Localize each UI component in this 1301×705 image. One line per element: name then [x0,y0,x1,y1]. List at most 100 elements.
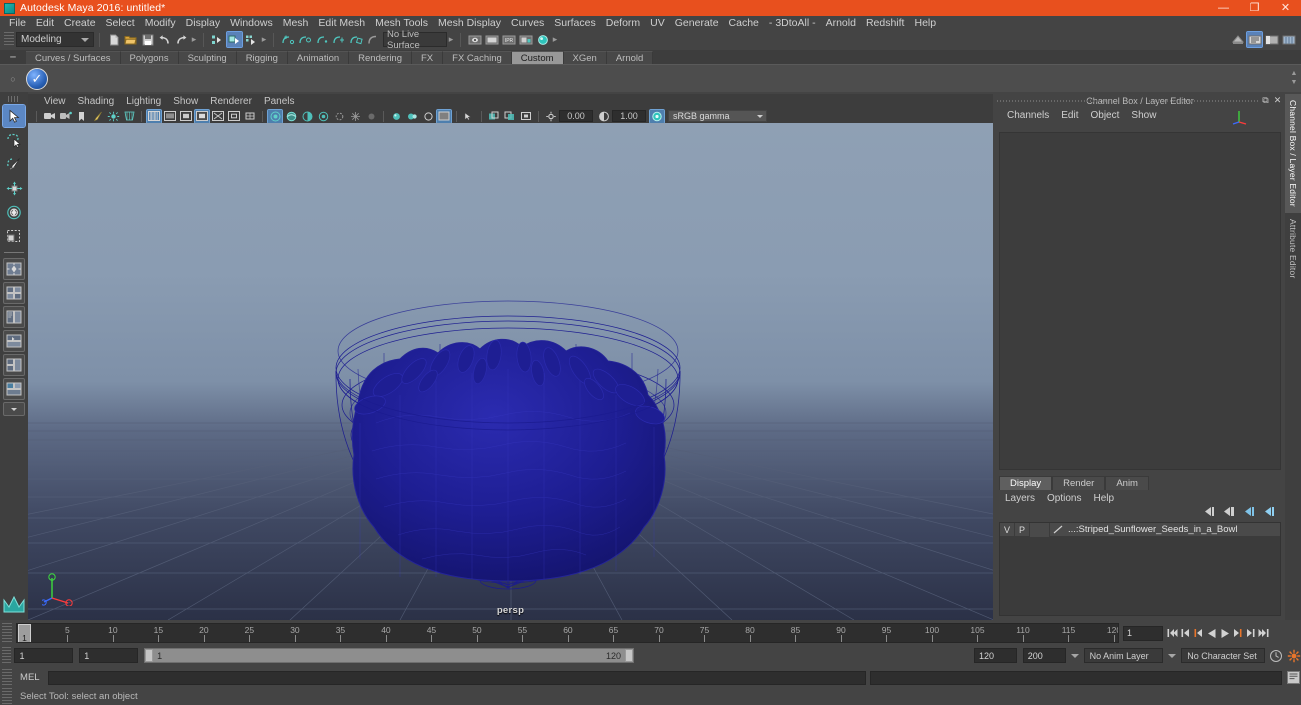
select-objects-in-layer-icon[interactable] [1242,506,1255,517]
menu-surfaces[interactable]: Surfaces [549,16,600,30]
new-layer-icon[interactable] [1202,506,1215,517]
script-editor-icon[interactable] [1286,670,1301,685]
select-by-hierarchy-icon[interactable] [210,32,225,47]
shelf-tab-sculpting[interactable]: Sculpting [178,51,237,64]
command-input[interactable] [47,670,866,685]
command-result-field[interactable] [869,670,1283,685]
layout-three-pane[interactable] [3,354,25,376]
layer-visibility-toggle[interactable]: V [1000,522,1015,537]
snap-to-projected-center-icon[interactable] [331,32,346,47]
isolate-select-icon[interactable] [405,110,419,123]
render-sequence-icon[interactable] [484,32,499,47]
viewport-menu-show[interactable]: Show [167,96,204,107]
statusline-collapse-arrow-1[interactable]: ▸ [190,32,198,47]
anim-start-field[interactable]: 1 [14,648,74,663]
play-backwards-icon[interactable] [1205,625,1218,641]
snap-to-curve-icon[interactable] [297,32,312,47]
hypershade-icon[interactable] [535,32,550,47]
character-set-chevron-down-icon[interactable] [1168,653,1177,658]
playback-range-bar[interactable]: 1 120 [144,648,634,663]
menu-3dtoall[interactable]: - 3DtoAll - [764,16,821,30]
gamma-icon[interactable] [597,110,611,123]
color-management-selector[interactable]: sRGB gamma [668,110,767,122]
layout-two-pane-side[interactable] [3,306,25,328]
ipr-render-icon[interactable]: IPR [501,32,516,47]
undock-icon[interactable]: ⧉ [1260,95,1271,106]
show-hide-render-view-icon[interactable] [467,32,482,47]
layout-persp-outliner[interactable] [3,378,25,400]
dock-grip-right[interactable] [1149,100,1259,102]
viewport-menu-view[interactable]: View [38,96,72,107]
layer-color-swatch[interactable] [1030,522,1050,537]
step-forward-frame-icon[interactable] [1231,625,1244,641]
snap-to-point-icon[interactable] [314,32,329,47]
layers-menu-options[interactable]: Options [1041,492,1087,506]
animation-preferences-icon[interactable] [1287,648,1301,663]
gate-mask-icon[interactable] [179,110,193,123]
layout-four-pane[interactable] [3,282,25,304]
show-hide-attribute-editor-icon[interactable] [1246,31,1263,48]
layer-name[interactable]: ...:Striped_Sunflower_Seeds_in_a_Bowl [1066,524,1238,535]
layers-menu-help[interactable]: Help [1087,492,1120,506]
menu-redshift[interactable]: Redshift [861,16,910,30]
close-icon[interactable]: ✕ [1272,95,1283,106]
exposure-icon[interactable] [544,110,558,123]
shelf-tab-fx-caching[interactable]: FX Caching [443,51,512,64]
viewport-menu-lighting[interactable]: Lighting [120,96,167,107]
depth-of-field-icon[interactable] [389,110,403,123]
menu-help[interactable]: Help [909,16,941,30]
screen-space-ao-icon[interactable] [332,110,346,123]
use-default-light-icon[interactable] [300,110,314,123]
shelf-tab-custom[interactable]: Custom [511,51,564,64]
statusline-collapse-arrow-2[interactable]: ▸ [260,32,268,47]
channelbox-menu-edit[interactable]: Edit [1055,110,1084,121]
menu-edit-mesh[interactable]: Edit Mesh [313,16,370,30]
undo-icon[interactable] [157,32,172,47]
layout-two-pane-stacked[interactable] [3,330,25,352]
layer-list[interactable]: V P ...:Striped_Sunflower_Seeds_in_a_Bow… [999,522,1281,616]
current-frame-field[interactable]: 1 [1123,625,1163,641]
shelf-tab-fx[interactable]: FX [412,51,444,64]
channel-box-content[interactable] [999,132,1281,470]
viewport-grid-icon[interactable] [436,108,452,124]
layout-single-pane[interactable] [3,258,25,280]
dock-grip-left[interactable] [997,100,1107,102]
menu-modify[interactable]: Modify [140,16,181,30]
redo-icon[interactable] [174,32,189,47]
viewport-3d-canvas[interactable]: persp [28,123,993,620]
menu-select[interactable]: Select [101,16,140,30]
viewport-snap-b-icon[interactable] [503,110,517,123]
menu-generate[interactable]: Generate [670,16,724,30]
go-to-end-icon[interactable] [1257,625,1270,641]
time-slider-track[interactable]: 1 5 10 15 20 25 30 35 40 45 50 55 60 65 70 75 80 85 90 95 1… [16,623,1119,643]
viewport-menu-renderer[interactable]: Renderer [204,96,258,107]
shelf-tab-curves-surfaces[interactable]: Curves / Surfaces [26,51,121,64]
auto-key-icon[interactable] [1269,648,1283,663]
resolution-gate-icon[interactable] [163,110,177,123]
shelf-tab-animation[interactable]: Animation [287,51,350,64]
range-start-handle[interactable] [145,649,154,662]
new-layer-from-selected-icon[interactable] [1222,506,1235,517]
menu-mesh[interactable]: Mesh [278,16,314,30]
command-language-label[interactable]: MEL [12,672,48,683]
rotate-tool[interactable] [3,201,25,223]
exposure-field[interactable]: 0.00 [559,110,593,122]
current-time-cursor[interactable]: 1 [18,624,31,642]
channelbox-menu-show[interactable]: Show [1125,110,1162,121]
menu-deform[interactable]: Deform [601,16,645,30]
color-management-icon[interactable] [649,108,665,124]
xray-mode-icon[interactable] [421,110,435,123]
step-back-frame-icon[interactable] [1192,625,1205,641]
minimize-button[interactable]: — [1208,0,1239,16]
show-hide-modeling-toolkit-icon[interactable] [1230,32,1245,47]
shelf-tab-rendering[interactable]: Rendering [349,51,412,64]
tab-render[interactable]: Render [1052,476,1106,490]
menu-cache[interactable]: Cache [724,16,764,30]
range-start-field[interactable]: 1 [79,648,139,663]
viewport-transform-icon[interactable] [462,110,476,123]
snap-to-view-plane-icon[interactable] [348,32,363,47]
toolbox-grip[interactable] [8,96,20,102]
menu-windows[interactable]: Windows [225,16,278,30]
vtab-channel-box-layer-editor[interactable]: Channel Box / Layer Editor [1285,94,1301,213]
anim-layer-chevron-down-icon[interactable] [1070,653,1079,658]
